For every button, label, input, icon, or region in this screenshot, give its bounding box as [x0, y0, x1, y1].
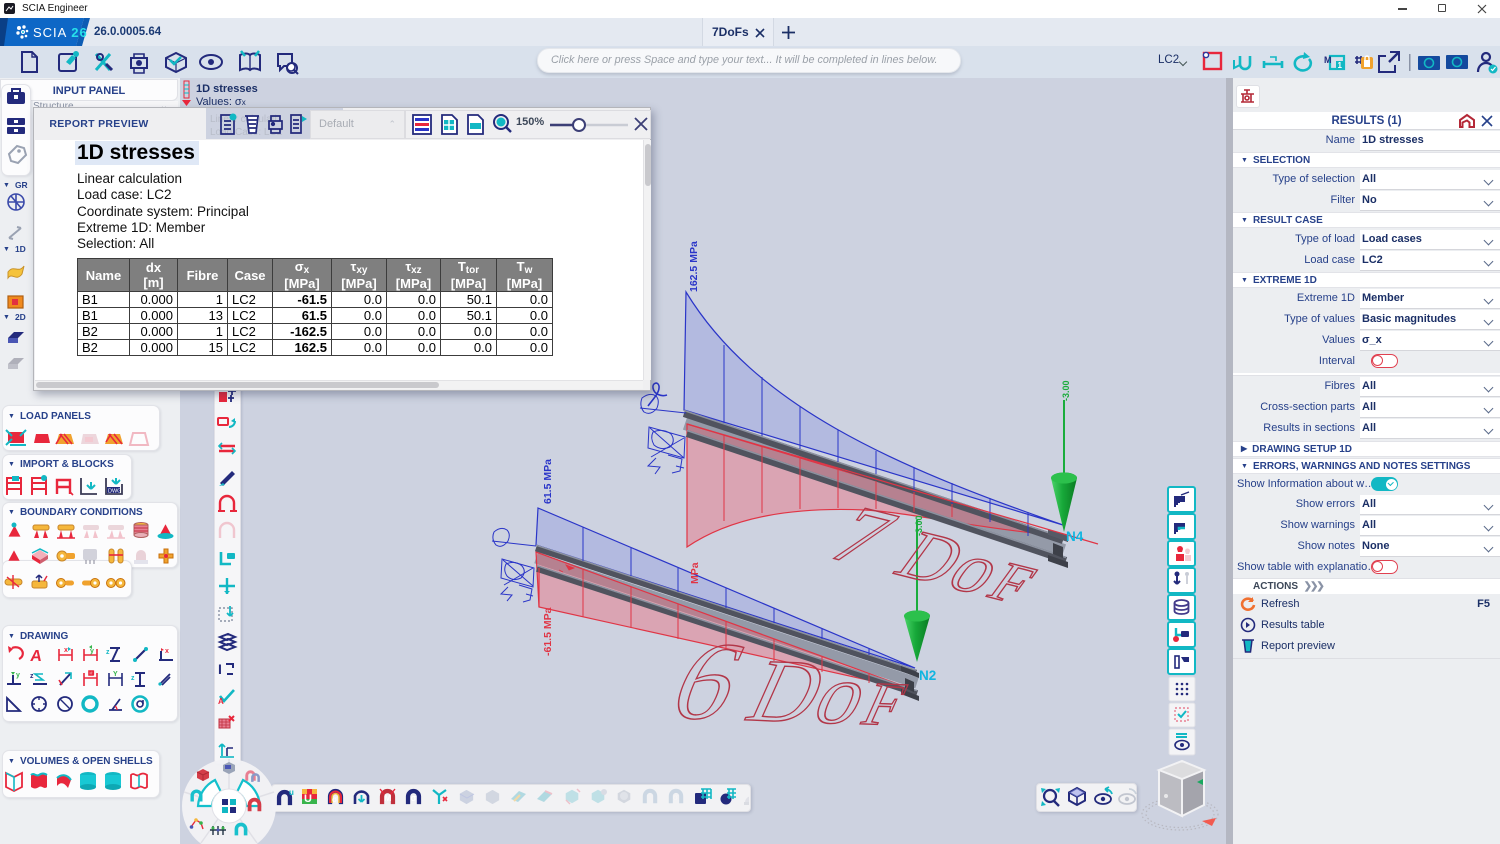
svg-text:61.5 MPa: 61.5 MPa	[542, 459, 554, 504]
svg-text:MPa: MPa	[689, 562, 701, 584]
svg-text:x: x	[64, 647, 68, 654]
svg-text:-3.00: -3.00	[1061, 380, 1071, 401]
svg-text:1: 1	[1338, 61, 1343, 70]
svg-text:N2: N2	[919, 668, 936, 683]
svg-text:-61.5 MPa: -61.5 MPa	[542, 607, 554, 656]
svg-text:z: z	[30, 673, 34, 680]
svg-text:M: M	[1324, 55, 1332, 65]
svg-text:x: x	[165, 648, 169, 655]
svg-text:z: z	[131, 675, 135, 682]
svg-text:M: M	[90, 671, 95, 677]
svg-text:162.5 MPa: 162.5 MPa	[688, 241, 700, 292]
svg-text:y: y	[16, 672, 20, 679]
svg-text:Y: Y	[113, 671, 118, 678]
svg-text:N4: N4	[1066, 529, 1084, 544]
svg-text:-3.00: -3.00	[914, 515, 924, 536]
svg-text:y: y	[90, 648, 94, 655]
svg-text:z: z	[106, 649, 110, 656]
svg-text:A: A	[29, 647, 43, 665]
svg-text:DWG: DWG	[108, 489, 121, 495]
